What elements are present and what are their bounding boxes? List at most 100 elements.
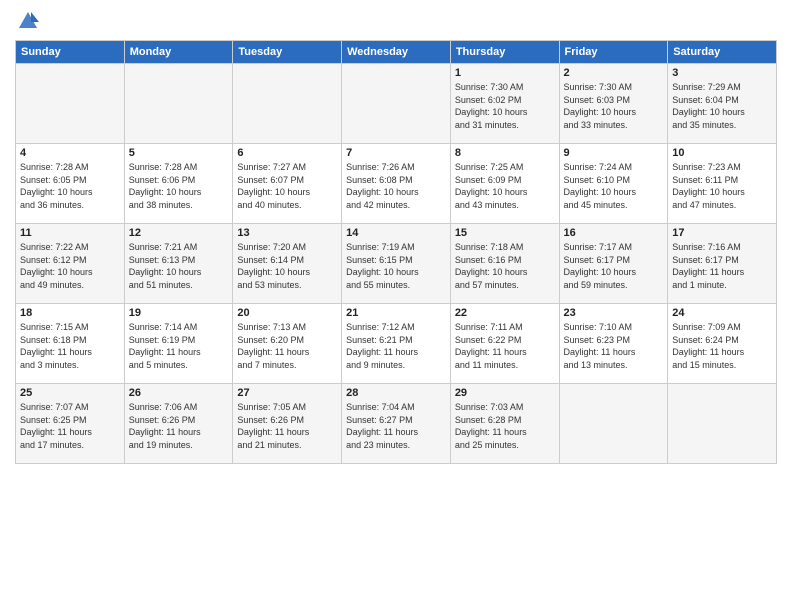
calendar-week: 4 Sunrise: 7:28 AM Sunset: 6:05 PM Daylig… [16,144,777,224]
calendar-cell: 10 Sunrise: 7:23 AM Sunset: 6:11 PM Dayli… [668,144,777,224]
calendar-cell: 16Sunrise: 7:17 AM Sunset: 6:17 PM Dayli… [559,224,668,304]
day-info: Sunrise: 7:28 AM Sunset: 6:05 PM Dayligh… [20,161,120,211]
day-number: 1 [455,67,555,79]
calendar-cell: 22 Sunrise: 7:11 AM Sunset: 6:22 PM Dayli… [450,304,559,384]
day-number: 3 [672,67,772,79]
header-day: Tuesday [233,41,342,64]
calendar-cell: 1 Sunrise: 7:30 AM Sunset: 6:02 PM Daylig… [450,64,559,144]
calendar-cell [342,64,451,144]
header-row: SundayMondayTuesdayWednesdayThursdayFrid… [16,41,777,64]
calendar-cell: 24 Sunrise: 7:09 AM Sunset: 6:24 PM Dayli… [668,304,777,384]
calendar-cell: 13 Sunrise: 7:20 AM Sunset: 6:14 PM Dayli… [233,224,342,304]
day-number: 18 [20,307,120,319]
calendar-cell: 14 Sunrise: 7:19 AM Sunset: 6:15 PM Dayli… [342,224,451,304]
calendar-cell: 4 Sunrise: 7:28 AM Sunset: 6:05 PM Daylig… [16,144,125,224]
day-info: Sunrise: 7:26 AM Sunset: 6:08 PM Dayligh… [346,161,446,211]
day-number: 11 [20,227,120,239]
day-number: 10 [672,147,772,159]
day-info: Sunrise: 7:23 AM Sunset: 6:11 PM Dayligh… [672,161,772,211]
calendar-cell [559,384,668,464]
logo [15,10,39,32]
day-info: Sunrise: 7:09 AM Sunset: 6:24 PM Dayligh… [672,321,772,371]
calendar-cell: 20 Sunrise: 7:13 AM Sunset: 6:20 PM Dayli… [233,304,342,384]
day-info: Sunrise: 7:28 AM Sunset: 6:06 PM Dayligh… [129,161,229,211]
calendar-cell [16,64,125,144]
day-number: 28 [346,387,446,399]
header-day: Monday [124,41,233,64]
day-info: Sunrise: 7:03 AM Sunset: 6:28 PM Dayligh… [455,401,555,451]
calendar-cell: 27 Sunrise: 7:05 AM Sunset: 6:26 PM Dayli… [233,384,342,464]
day-number: 21 [346,307,446,319]
header [15,10,777,32]
calendar-table: SundayMondayTuesdayWednesdayThursdayFrid… [15,40,777,464]
header-day: Sunday [16,41,125,64]
day-number: 12 [129,227,229,239]
day-info: Sunrise: 7:27 AM Sunset: 6:07 PM Dayligh… [237,161,337,211]
calendar-cell: 28 Sunrise: 7:04 AM Sunset: 6:27 PM Dayli… [342,384,451,464]
calendar-week: 1 Sunrise: 7:30 AM Sunset: 6:02 PM Daylig… [16,64,777,144]
day-number: 2 [564,67,664,79]
header-day: Friday [559,41,668,64]
day-number: 16 [564,227,664,239]
logo-icon [17,10,39,32]
day-info: Sunrise: 7:13 AM Sunset: 6:20 PM Dayligh… [237,321,337,371]
calendar-cell: 8 Sunrise: 7:25 AM Sunset: 6:09 PM Daylig… [450,144,559,224]
day-info: Sunrise: 7:29 AM Sunset: 6:04 PM Dayligh… [672,81,772,131]
day-info: Sunrise: 7:14 AM Sunset: 6:19 PM Dayligh… [129,321,229,371]
day-number: 25 [20,387,120,399]
day-number: 23 [564,307,664,319]
day-info: Sunrise: 7:22 AM Sunset: 6:12 PM Dayligh… [20,241,120,291]
day-info: Sunrise: 7:06 AM Sunset: 6:26 PM Dayligh… [129,401,229,451]
calendar-cell [233,64,342,144]
day-info: Sunrise: 7:25 AM Sunset: 6:09 PM Dayligh… [455,161,555,211]
calendar-body: 1 Sunrise: 7:30 AM Sunset: 6:02 PM Daylig… [16,64,777,464]
day-number: 27 [237,387,337,399]
day-number: 7 [346,147,446,159]
page-container: SundayMondayTuesdayWednesdayThursdayFrid… [0,0,792,474]
calendar-cell: 11 Sunrise: 7:22 AM Sunset: 6:12 PM Dayli… [16,224,125,304]
day-info: Sunrise: 7:11 AM Sunset: 6:22 PM Dayligh… [455,321,555,371]
day-number: 13 [237,227,337,239]
day-info: Sunrise: 7:21 AM Sunset: 6:13 PM Dayligh… [129,241,229,291]
day-info: Sunrise: 7:10 AM Sunset: 6:23 PM Dayligh… [564,321,664,371]
day-number: 20 [237,307,337,319]
day-number: 5 [129,147,229,159]
day-number: 29 [455,387,555,399]
day-info: Sunrise: 7:15 AM Sunset: 6:18 PM Dayligh… [20,321,120,371]
day-number: 22 [455,307,555,319]
day-info: Sunrise: 7:05 AM Sunset: 6:26 PM Dayligh… [237,401,337,451]
day-number: 24 [672,307,772,319]
calendar-cell: 3 Sunrise: 7:29 AM Sunset: 6:04 PM Daylig… [668,64,777,144]
calendar-cell: 9 Sunrise: 7:24 AM Sunset: 6:10 PM Daylig… [559,144,668,224]
header-day: Wednesday [342,41,451,64]
day-number: 4 [20,147,120,159]
calendar-cell: 18 Sunrise: 7:15 AM Sunset: 6:18 PM Dayli… [16,304,125,384]
day-info: Sunrise: 7:04 AM Sunset: 6:27 PM Dayligh… [346,401,446,451]
day-number: 14 [346,227,446,239]
day-number: 9 [564,147,664,159]
calendar-cell: 29 Sunrise: 7:03 AM Sunset: 6:28 PM Dayli… [450,384,559,464]
calendar-cell: 17Sunrise: 7:16 AM Sunset: 6:17 PM Dayli… [668,224,777,304]
day-number: 6 [237,147,337,159]
day-info: Sunrise: 7:20 AM Sunset: 6:14 PM Dayligh… [237,241,337,291]
day-number: 8 [455,147,555,159]
calendar-cell: 15Sunrise: 7:18 AM Sunset: 6:16 PM Dayli… [450,224,559,304]
calendar-week: 11 Sunrise: 7:22 AM Sunset: 6:12 PM Dayli… [16,224,777,304]
calendar-week: 25 Sunrise: 7:07 AM Sunset: 6:25 PM Dayli… [16,384,777,464]
calendar-cell: 23 Sunrise: 7:10 AM Sunset: 6:23 PM Dayli… [559,304,668,384]
calendar-header: SundayMondayTuesdayWednesdayThursdayFrid… [16,41,777,64]
calendar-cell: 7 Sunrise: 7:26 AM Sunset: 6:08 PM Daylig… [342,144,451,224]
day-info: Sunrise: 7:18 AM Sunset: 6:16 PM Dayligh… [455,241,555,291]
day-info: Sunrise: 7:07 AM Sunset: 6:25 PM Dayligh… [20,401,120,451]
day-number: 19 [129,307,229,319]
calendar-cell: 2 Sunrise: 7:30 AM Sunset: 6:03 PM Daylig… [559,64,668,144]
day-info: Sunrise: 7:30 AM Sunset: 6:03 PM Dayligh… [564,81,664,131]
header-day: Thursday [450,41,559,64]
header-day: Saturday [668,41,777,64]
day-info: Sunrise: 7:12 AM Sunset: 6:21 PM Dayligh… [346,321,446,371]
day-info: Sunrise: 7:19 AM Sunset: 6:15 PM Dayligh… [346,241,446,291]
calendar-cell: 19 Sunrise: 7:14 AM Sunset: 6:19 PM Dayli… [124,304,233,384]
calendar-cell: 21 Sunrise: 7:12 AM Sunset: 6:21 PM Dayli… [342,304,451,384]
day-info: Sunrise: 7:30 AM Sunset: 6:02 PM Dayligh… [455,81,555,131]
day-info: Sunrise: 7:24 AM Sunset: 6:10 PM Dayligh… [564,161,664,211]
